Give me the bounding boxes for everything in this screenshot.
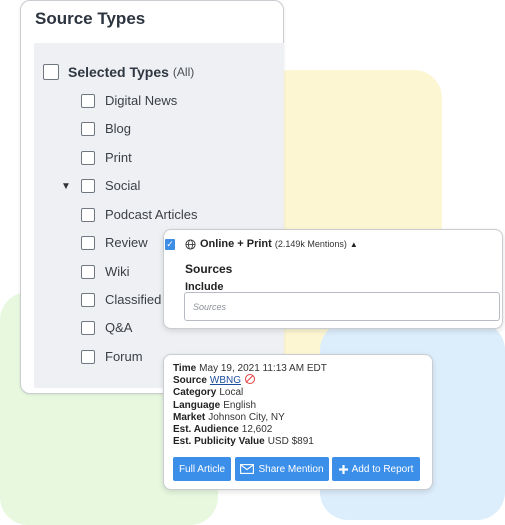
type-label: Print: [105, 150, 132, 165]
mention-count: (2.149k Mentions): [274, 239, 347, 249]
market-label: Market: [173, 412, 206, 423]
share-mention-label: Share Mention: [258, 463, 324, 475]
type-checkbox[interactable]: [81, 264, 95, 279]
type-label: Forum: [105, 349, 143, 364]
globe-icon: [185, 238, 196, 250]
language-label: Language: [173, 400, 221, 411]
publicity-row: Est. Publicity Value USD $891: [173, 436, 314, 447]
add-to-report-label: Add to Report: [351, 463, 414, 475]
full-article-label: Full Article: [178, 463, 226, 475]
type-checkbox[interactable]: [81, 349, 95, 364]
online-print-panel: ✓ Online + Print (2.149k Mentions) ▲ Sou…: [163, 229, 503, 329]
type-label: Review: [105, 235, 148, 250]
type-label: Wiki: [105, 264, 130, 279]
source-row: Source WBNG: [173, 374, 256, 386]
online-print-header[interactable]: Online + Print (2.149k Mentions) ▲: [185, 238, 358, 250]
category-row: Category Local: [173, 387, 243, 398]
type-option-print[interactable]: Print: [81, 150, 132, 165]
category-label: Category: [173, 387, 217, 398]
caret-up-icon[interactable]: ▲: [350, 240, 358, 249]
type-checkbox[interactable]: [81, 235, 95, 250]
type-option-social[interactable]: Social: [81, 178, 140, 193]
type-label: Digital News: [105, 93, 178, 108]
type-checkbox[interactable]: [81, 121, 95, 136]
full-article-button[interactable]: Full Article: [173, 457, 231, 481]
source-types-panel: Source Types Selected Types (All) Digita…: [20, 0, 284, 394]
online-print-checkbox[interactable]: ✓: [165, 239, 175, 250]
sources-input[interactable]: [184, 292, 500, 321]
source-label: Source: [173, 375, 207, 386]
sources-heading: Sources: [185, 262, 233, 276]
market-value: Johnson City, NY: [208, 412, 285, 423]
expand-caret-icon[interactable]: ▼: [61, 181, 71, 192]
language-row: Language English: [173, 400, 256, 411]
selected-types-checkbox[interactable]: [43, 64, 59, 80]
type-checkbox[interactable]: [81, 150, 95, 165]
audience-row: Est. Audience 12,602: [173, 424, 272, 435]
type-checkbox[interactable]: [81, 207, 95, 222]
mention-card: Time May 19, 2021 11:13 AM EDT Source WBNG…: [163, 354, 433, 490]
online-print-label: Online + Print: [200, 238, 272, 250]
plus-icon: [338, 464, 348, 474]
envelope-icon: [240, 464, 255, 474]
selected-types-label: Selected Types: [68, 64, 169, 80]
type-checkbox[interactable]: [81, 292, 95, 307]
type-label: Blog: [105, 121, 132, 136]
type-option-qa[interactable]: Q&A: [81, 320, 132, 335]
type-option-wiki[interactable]: Wiki: [81, 264, 130, 279]
selected-types-sub: (All): [172, 65, 195, 79]
type-option-digital-news[interactable]: Digital News: [81, 93, 177, 108]
source-link[interactable]: WBNG: [210, 375, 241, 386]
type-checkbox[interactable]: [81, 93, 95, 108]
type-label: Social: [105, 178, 141, 193]
type-label: Q&A: [105, 320, 133, 335]
language-value: English: [223, 400, 257, 411]
market-row: Market Johnson City, NY: [173, 412, 285, 423]
panel-title: Source Types: [35, 9, 146, 28]
type-option-classified[interactable]: Classified: [81, 292, 161, 307]
time-row: Time May 19, 2021 11:13 AM EDT: [173, 363, 327, 374]
time-value: May 19, 2021 11:13 AM EDT: [199, 363, 327, 374]
block-icon[interactable]: [245, 374, 256, 385]
type-checkbox[interactable]: [81, 320, 95, 335]
share-mention-button[interactable]: Share Mention: [235, 457, 329, 481]
type-label: Classified: [105, 292, 162, 307]
selected-types-option[interactable]: Selected Types (All): [43, 64, 194, 80]
category-value: Local: [219, 387, 244, 398]
type-option-blog[interactable]: Blog: [81, 121, 131, 136]
type-option-podcast-articles[interactable]: Podcast Articles: [81, 207, 198, 222]
add-to-report-button[interactable]: Add to Report: [332, 457, 420, 481]
type-option-forum[interactable]: Forum: [81, 349, 143, 364]
publicity-label: Est. Publicity Value: [173, 436, 265, 447]
audience-value: 12,602: [241, 424, 273, 435]
type-checkbox[interactable]: [81, 178, 95, 193]
type-label: Podcast Articles: [105, 207, 198, 222]
time-label: Time: [173, 363, 197, 374]
type-option-review[interactable]: Review: [81, 235, 148, 250]
publicity-value: USD $891: [267, 436, 314, 447]
audience-label: Est. Audience: [173, 424, 239, 435]
